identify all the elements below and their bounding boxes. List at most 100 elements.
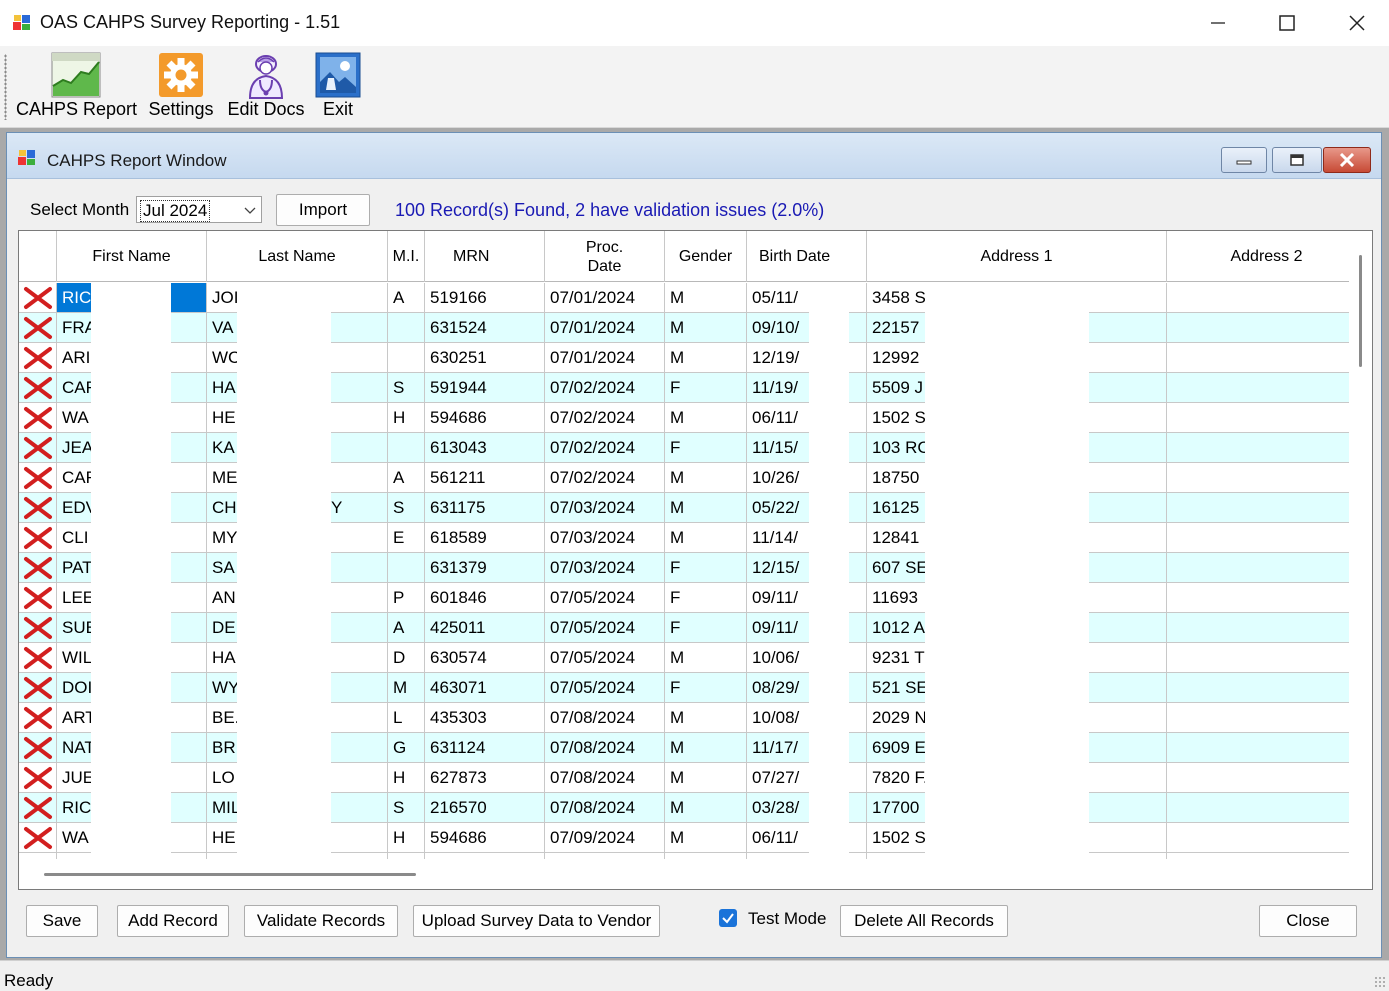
- test-mode-label[interactable]: Test Mode: [748, 909, 826, 929]
- status-cell[interactable]: [19, 673, 57, 703]
- column-header-first-name[interactable]: First Name: [57, 231, 207, 282]
- column-header-last-name[interactable]: Last Name: [207, 231, 388, 282]
- table-row[interactable]: RIC MIL S 216570 07/08/2024 M 03/28/17700: [19, 793, 1349, 823]
- address-2-cell[interactable]: [1167, 553, 1349, 583]
- mrn-cell[interactable]: 613043: [425, 433, 545, 463]
- column-header-proc-date[interactable]: Proc. Date: [545, 231, 665, 282]
- child-minimize-button[interactable]: [1221, 147, 1267, 173]
- table-row[interactable]: CAF ME A 561211 07/02/2024 M 10/26/18750: [19, 463, 1349, 493]
- mi-cell[interactable]: S: [388, 373, 425, 403]
- birth-date-cell[interactable]: 11/17/: [747, 733, 867, 763]
- gender-cell[interactable]: M: [665, 493, 747, 523]
- column-header-mrn[interactable]: MRN: [425, 231, 545, 282]
- gender-cell[interactable]: M: [665, 343, 747, 373]
- save-button[interactable]: Save: [26, 905, 98, 937]
- import-button[interactable]: Import: [276, 194, 370, 226]
- mi-cell[interactable]: L: [388, 703, 425, 733]
- gender-cell[interactable]: M: [665, 313, 747, 343]
- gender-cell[interactable]: F: [665, 613, 747, 643]
- address-2-cell[interactable]: [1167, 823, 1349, 853]
- proc-date-cell[interactable]: 07/03/2024: [545, 523, 665, 553]
- gender-cell[interactable]: F: [665, 373, 747, 403]
- birth-date-cell[interactable]: 09/11/: [747, 613, 867, 643]
- birth-date-cell[interactable]: 12/19/: [747, 343, 867, 373]
- address-2-cell[interactable]: [1167, 403, 1349, 433]
- proc-date-cell[interactable]: 07/02/2024: [545, 373, 665, 403]
- mi-cell[interactable]: [388, 553, 425, 583]
- proc-date-cell[interactable]: 07/03/2024: [545, 553, 665, 583]
- mrn-cell[interactable]: 601846: [425, 583, 545, 613]
- status-cell[interactable]: [19, 283, 57, 313]
- status-cell[interactable]: [19, 643, 57, 673]
- table-row[interactable]: WA HE H 594686 07/02/2024 M 06/11/1502 S: [19, 403, 1349, 433]
- address-2-cell[interactable]: [1167, 313, 1349, 343]
- status-cell[interactable]: [19, 703, 57, 733]
- address-2-cell[interactable]: [1167, 703, 1349, 733]
- mi-cell[interactable]: M: [388, 673, 425, 703]
- gender-cell[interactable]: F: [665, 433, 747, 463]
- mrn-cell[interactable]: 630251: [425, 343, 545, 373]
- proc-date-cell[interactable]: 07/05/2024: [545, 643, 665, 673]
- mi-cell[interactable]: A: [388, 283, 425, 313]
- birth-date-cell[interactable]: 10/06/: [747, 643, 867, 673]
- proc-date-cell[interactable]: 07/05/2024: [545, 613, 665, 643]
- proc-date-cell[interactable]: 07/08/2024: [545, 733, 665, 763]
- mi-cell[interactable]: [388, 343, 425, 373]
- table-row[interactable]: CLI MY E 618589 07/03/2024 M 11/14/12841: [19, 523, 1349, 553]
- proc-date-cell[interactable]: 07/05/2024: [545, 673, 665, 703]
- vertical-scrollbar[interactable]: [1349, 231, 1372, 859]
- status-cell[interactable]: [19, 493, 57, 523]
- mrn-cell[interactable]: 591944: [425, 373, 545, 403]
- add-record-button[interactable]: Add Record: [117, 905, 229, 937]
- toolbar-grip[interactable]: [4, 54, 7, 120]
- delete-all-records-button[interactable]: Delete All Records: [840, 905, 1008, 937]
- proc-date-cell[interactable]: 07/02/2024: [545, 433, 665, 463]
- mrn-cell[interactable]: 594686: [425, 403, 545, 433]
- column-header-mi[interactable]: M.I.: [388, 231, 425, 282]
- status-cell[interactable]: [19, 373, 57, 403]
- mi-cell[interactable]: H: [388, 403, 425, 433]
- table-row[interactable]: ART BE. L 435303 07/08/2024 M 10/08/2029 N: [19, 703, 1349, 733]
- gender-cell[interactable]: F: [665, 553, 747, 583]
- mrn-cell[interactable]: 630574: [425, 643, 545, 673]
- mrn-cell[interactable]: 631379: [425, 553, 545, 583]
- gender-cell[interactable]: M: [665, 823, 747, 853]
- minimize-button[interactable]: [1183, 0, 1253, 46]
- mrn-cell[interactable]: 463071: [425, 673, 545, 703]
- exit-button[interactable]: Exit: [312, 50, 364, 124]
- mrn-cell[interactable]: 425011: [425, 613, 545, 643]
- birth-date-cell[interactable]: 05/11/: [747, 283, 867, 313]
- status-cell[interactable]: [19, 553, 57, 583]
- status-cell[interactable]: [19, 313, 57, 343]
- birth-date-cell[interactable]: 06/11/: [747, 403, 867, 433]
- table-row[interactable]: JUE LO H 627873 07/08/2024 M 07/27/7820 F.: [19, 763, 1349, 793]
- address-2-cell[interactable]: [1167, 493, 1349, 523]
- birth-date-cell[interactable]: 05/22/: [747, 493, 867, 523]
- address-2-cell[interactable]: [1167, 613, 1349, 643]
- upload-survey-data-button[interactable]: Upload Survey Data to Vendor: [413, 905, 660, 937]
- address-2-cell[interactable]: [1167, 583, 1349, 613]
- address-2-cell[interactable]: [1167, 733, 1349, 763]
- mrn-cell[interactable]: 631124: [425, 733, 545, 763]
- proc-date-cell[interactable]: 07/01/2024: [545, 313, 665, 343]
- mrn-cell[interactable]: 627873: [425, 763, 545, 793]
- mrn-cell[interactable]: 216570: [425, 793, 545, 823]
- gender-cell[interactable]: M: [665, 523, 747, 553]
- status-cell[interactable]: [19, 613, 57, 643]
- status-cell[interactable]: [19, 433, 57, 463]
- column-header-gender[interactable]: Gender: [665, 231, 747, 282]
- table-row[interactable]: EDV CH Y S 631175 07/03/2024 M 05/22/16125: [19, 493, 1349, 523]
- child-restore-button[interactable]: [1272, 147, 1322, 173]
- gender-cell[interactable]: M: [665, 463, 747, 493]
- mrn-cell[interactable]: 435303: [425, 703, 545, 733]
- mi-cell[interactable]: S: [388, 793, 425, 823]
- birth-date-cell[interactable]: 09/10/: [747, 313, 867, 343]
- proc-date-cell[interactable]: 07/09/2024: [545, 823, 665, 853]
- horizontal-scroll-thumb[interactable]: [44, 873, 416, 876]
- column-header-status[interactable]: [19, 231, 57, 282]
- proc-date-cell[interactable]: 07/02/2024: [545, 463, 665, 493]
- test-mode-checkbox[interactable]: [719, 909, 737, 927]
- column-header-birth-date[interactable]: Birth Date: [747, 231, 867, 282]
- gender-cell[interactable]: M: [665, 643, 747, 673]
- cahps-report-button[interactable]: CAHPS Report: [16, 50, 137, 124]
